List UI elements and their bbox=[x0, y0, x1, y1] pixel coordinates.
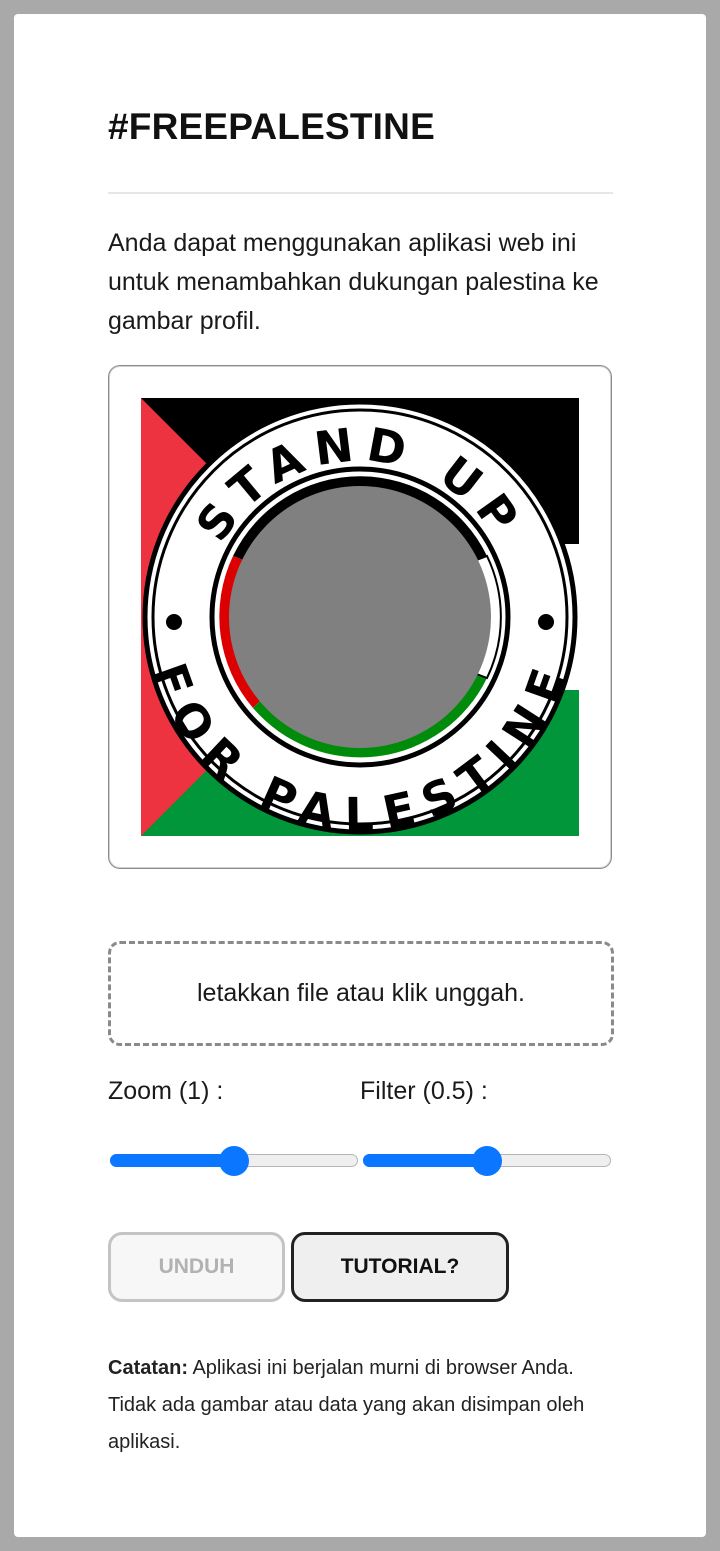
page-title: #FREEPALESTINE bbox=[108, 106, 435, 147]
zoom-slider[interactable] bbox=[110, 1146, 358, 1176]
main-card: #FREEPALESTINE Anda dapat menggunakan ap… bbox=[14, 14, 706, 1537]
zoom-slider-fill bbox=[110, 1154, 234, 1167]
filter-slider[interactable] bbox=[363, 1146, 611, 1176]
note-text: Catatan: Aplikasi ini berjalan murni di … bbox=[108, 1350, 598, 1461]
intro-text: Anda dapat menggunakan aplikasi web ini … bbox=[108, 229, 599, 335]
zoom-slider-thumb[interactable] bbox=[219, 1146, 249, 1176]
photo-placeholder bbox=[229, 486, 491, 748]
filter-slider-thumb[interactable] bbox=[472, 1146, 502, 1176]
preview-image: STAND UP FOR PALESTINE bbox=[141, 398, 579, 836]
divider bbox=[108, 192, 613, 194]
right-dot bbox=[538, 614, 554, 630]
file-dropzone[interactable]: letakkan file atau klik unggah. bbox=[108, 941, 614, 1046]
tutorial-button[interactable]: TUTORIAL? bbox=[291, 1232, 509, 1302]
left-dot bbox=[166, 614, 182, 630]
dropzone-label: letakkan file atau klik unggah. bbox=[197, 979, 525, 1007]
note-prefix: Catatan: bbox=[108, 1357, 189, 1379]
filter-slider-fill bbox=[363, 1154, 487, 1167]
download-button[interactable]: UNDUH bbox=[108, 1232, 285, 1302]
zoom-label: Zoom (1) : bbox=[108, 1077, 224, 1105]
filter-label: Filter (0.5) : bbox=[360, 1077, 488, 1105]
preview-frame: STAND UP FOR PALESTINE bbox=[108, 365, 612, 869]
